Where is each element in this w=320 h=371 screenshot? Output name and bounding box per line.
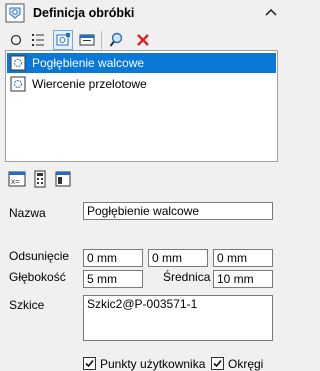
panel-title: Definicja obróbki (33, 6, 135, 20)
operations-list[interactable]: Pogłębienie walcowe Wiercenie przelotowe (5, 50, 278, 162)
through-hole-icon (10, 76, 26, 92)
sketches-field[interactable]: Szkic2@P-003571-1 (83, 295, 273, 341)
name-label: Nazwa (9, 206, 46, 220)
circles-checkbox[interactable] (211, 357, 224, 370)
table-view-icon[interactable] (54, 170, 72, 188)
list-icon[interactable] (28, 30, 48, 50)
offset-y-field[interactable]: 0 mm (148, 249, 208, 267)
list-item-label: Pogłębienie walcowe (32, 56, 145, 70)
user-points-checkbox[interactable] (83, 357, 96, 370)
offset-label: Odsunięcie (9, 249, 70, 263)
circle-icon[interactable] (6, 30, 26, 50)
offset-x-field[interactable]: 0 mm (83, 249, 143, 267)
depth-field[interactable]: 5 mm (83, 270, 143, 288)
formula-icon[interactable]: x= (8, 170, 26, 188)
list-item-label: Wiercenie przelotowe (32, 77, 147, 91)
circles-label: Okręgi (228, 357, 264, 371)
counterbore-icon (10, 55, 26, 71)
cylinder-settings-icon[interactable] (53, 30, 73, 50)
list-item[interactable]: Wiercenie przelotowe (7, 74, 276, 94)
search-icon[interactable] (107, 30, 127, 50)
diameter-label: Średnica (163, 270, 211, 284)
machining-feature-icon (5, 3, 25, 23)
depth-label: Głębokość (9, 270, 66, 284)
name-field[interactable]: Pogłębienie walcowe (83, 202, 273, 220)
offset-z-field[interactable]: 0 mm (213, 249, 273, 267)
svg-text:x=: x= (11, 177, 20, 186)
collapse-list-icon[interactable] (77, 30, 97, 50)
user-points-label: Punkty użytkownika (100, 357, 206, 371)
chevron-up-icon[interactable] (264, 6, 278, 18)
delete-icon[interactable] (133, 30, 153, 50)
diameter-field[interactable]: 10 mm (213, 270, 273, 288)
toolbar-separator (101, 31, 102, 49)
list-item[interactable]: Pogłębienie walcowe (7, 53, 276, 73)
panel-header: Definicja obróbki (0, 0, 289, 26)
calculator-icon[interactable] (31, 170, 49, 188)
sketches-label: Szkice (9, 298, 45, 312)
